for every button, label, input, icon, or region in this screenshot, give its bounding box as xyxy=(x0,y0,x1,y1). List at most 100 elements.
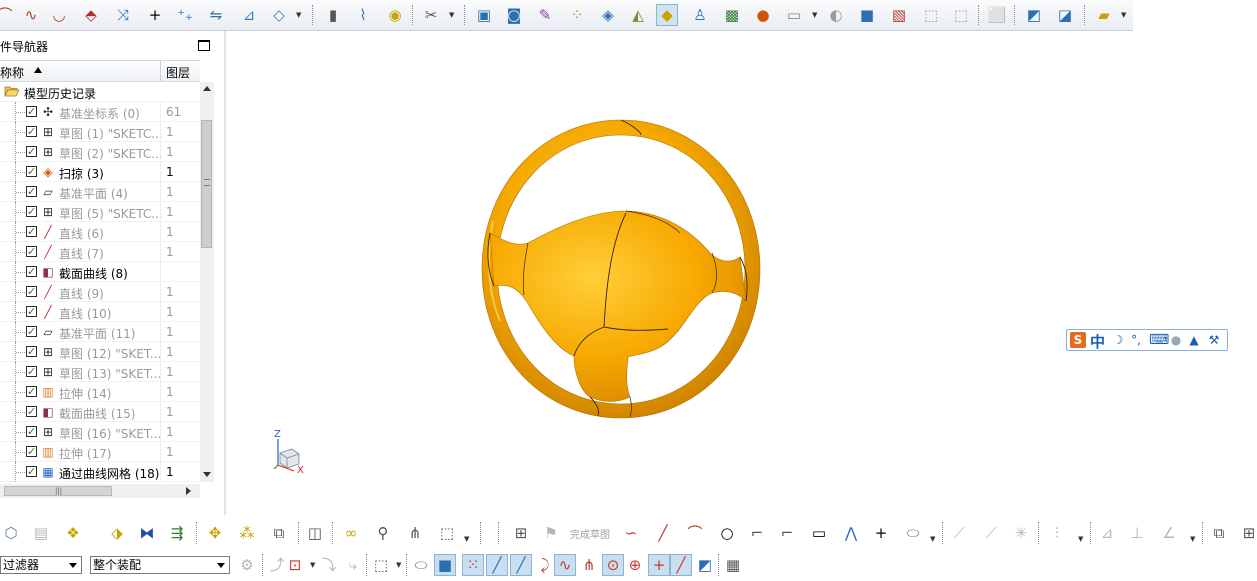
mirror-assembly-icon[interactable]: ⧓ xyxy=(136,522,158,544)
visibility-checkbox[interactable]: ✓ xyxy=(26,126,37,137)
tree-row[interactable]: ✓ ⊞ 草图 (12) "SKET... 1 xyxy=(0,342,200,362)
offset-curve-icon[interactable]: ⬘ xyxy=(80,4,102,26)
tree-row[interactable]: ✓ ╱ 直线 (7) 1 xyxy=(0,242,200,262)
clearance-icon[interactable]: ⬚ xyxy=(436,522,458,544)
materials-icon[interactable]: ⁘ xyxy=(566,4,588,26)
visibility-checkbox[interactable]: ✓ xyxy=(26,306,37,317)
user-icon[interactable]: ● xyxy=(1169,333,1183,347)
selection-priority-icon[interactable]: ⚙ xyxy=(236,554,258,576)
visibility-checkbox[interactable]: ✓ xyxy=(26,266,37,277)
chamfer-tool-icon[interactable]: ⌐ xyxy=(776,522,798,544)
toolbar-dropdown-arrow[interactable]: ▼ xyxy=(310,561,315,569)
tools-icon[interactable]: ✂ xyxy=(420,4,442,26)
keyboard-icon[interactable]: ⌨ xyxy=(1149,333,1169,347)
column-layer-header[interactable]: 图层 xyxy=(166,64,190,81)
tree-row[interactable]: ✓ ╱ 直线 (6) 1 xyxy=(0,222,200,242)
transparency-icon[interactable]: ◐ xyxy=(825,4,847,26)
visual-effects-icon[interactable]: ✎ xyxy=(534,4,556,26)
visibility-checkbox[interactable]: ✓ xyxy=(26,446,37,457)
wrench-icon[interactable]: ⚒ xyxy=(1207,333,1221,347)
visibility-checkbox[interactable]: ✓ xyxy=(26,406,37,417)
snap-existing-point-icon[interactable]: + xyxy=(648,554,670,576)
visibility-checkbox[interactable]: ✓ xyxy=(26,206,37,217)
fillet-curve-icon[interactable]: ◡ xyxy=(48,4,70,26)
bridge-curve-icon[interactable]: ⤨ xyxy=(112,4,134,26)
navigator-vertical-scrollbar[interactable] xyxy=(200,82,214,482)
visibility-checkbox[interactable]: ✓ xyxy=(26,426,37,437)
visibility-checkbox[interactable]: ✓ xyxy=(26,226,37,237)
exploded-view-icon[interactable]: ◫ xyxy=(304,522,326,544)
spring-icon[interactable]: ⌇ xyxy=(352,4,374,26)
visibility-checkbox[interactable]: ✓ xyxy=(26,386,37,397)
component-icon[interactable]: ▤ xyxy=(30,522,52,544)
project-curve-icon[interactable]: ⇋ xyxy=(205,4,227,26)
visibility-checkbox[interactable]: ✓ xyxy=(26,466,37,477)
studio-spline-icon[interactable]: ∿ xyxy=(20,4,42,26)
point-tool-icon[interactable]: + xyxy=(870,522,892,544)
visibility-checkbox[interactable]: ✓ xyxy=(26,346,37,357)
tree-row[interactable]: ✓ ⊞ 草图 (1) "SKETC... 1 xyxy=(0,122,200,142)
stop-at-intersection-icon[interactable]: ⤷ xyxy=(342,554,364,576)
profile-icon[interactable]: ∽ xyxy=(620,522,642,544)
navigator-splitter[interactable] xyxy=(224,31,226,515)
mirror-curve-icon[interactable]: ⫶ xyxy=(1046,522,1068,544)
camera-icon[interactable]: ◙ xyxy=(503,4,525,26)
visibility-checkbox[interactable]: ✓ xyxy=(26,106,37,117)
tree-row[interactable]: ✓ ⊞ 草图 (5) "SKETC... 1 xyxy=(0,202,200,222)
snap-circle-icon[interactable]: ⊕ xyxy=(624,554,646,576)
section-curve-icon[interactable]: ◇ xyxy=(268,4,290,26)
visibility-checkbox[interactable]: ✓ xyxy=(26,286,37,297)
link-geometry-icon[interactable]: ⚲ xyxy=(372,522,394,544)
tree-row[interactable]: ✓ ╱ 直线 (10) 1 xyxy=(0,302,200,322)
wave-link-icon[interactable]: ∞ xyxy=(340,522,362,544)
tree-row[interactable]: ✓ ▥ 拉伸 (14) 1 xyxy=(0,382,200,402)
point-set-icon[interactable]: ⁺₊ xyxy=(174,4,196,26)
tree-row[interactable]: ✓ ▱ 基准平面 (11) 1 xyxy=(0,322,200,342)
tree-row[interactable]: ✓ ◧ 截面曲线 (8) xyxy=(0,262,200,282)
scroll-thumb[interactable]: ||| xyxy=(4,486,112,496)
polygon-spline-icon[interactable]: ⋀ xyxy=(840,522,862,544)
reposition-icon[interactable]: ⧉ xyxy=(268,522,290,544)
view-section-icon[interactable]: ◪ xyxy=(1054,4,1076,26)
sort-ascending-icon[interactable] xyxy=(34,67,42,73)
tree-row[interactable]: ✓ ⊞ 草图 (13) "SKET... 1 xyxy=(0,362,200,382)
assembly-navigator-icon[interactable]: ⬡ xyxy=(0,522,22,544)
quick-trim-icon[interactable]: ⟋ xyxy=(948,522,970,544)
toolbar-dropdown-arrow[interactable]: ▼ xyxy=(296,11,301,19)
shaded-edge-icon[interactable]: ◆ xyxy=(656,4,678,26)
snap-tangent-icon[interactable]: ⋔ xyxy=(578,554,600,576)
quick-extend-icon[interactable]: ⟋ xyxy=(980,522,1002,544)
rectangle-tool-icon[interactable]: ▭ xyxy=(808,522,830,544)
curve-rule-icon[interactable]: ⤵ xyxy=(318,554,340,576)
moon-icon[interactable]: ☽ xyxy=(1111,333,1125,347)
true-shading-icon[interactable]: ◈ xyxy=(597,4,619,26)
tree-root-model-history[interactable]: 模型历史记录 xyxy=(0,82,200,102)
tree-row[interactable]: ✓ ✣ 基准坐标系 (0) 61 xyxy=(0,102,200,122)
person-icon[interactable]: ♙ xyxy=(689,4,711,26)
tree-row[interactable]: ✓ ╱ 直线 (9) 1 xyxy=(0,282,200,302)
finish-sketch-label[interactable]: 完成草图 xyxy=(570,526,610,541)
tree-row[interactable]: ✓ ▥ 拉伸 (17) 1 xyxy=(0,442,200,462)
sketch-icon[interactable]: ⊞ xyxy=(510,522,532,544)
make-corner-icon[interactable]: ✳ xyxy=(1010,522,1032,544)
move-component-icon[interactable]: ✥ xyxy=(204,522,226,544)
punctuation-icon[interactable]: °, xyxy=(1129,333,1143,347)
scroll-up-arrow-icon[interactable] xyxy=(203,86,211,91)
cylinder-icon[interactable]: ▮ xyxy=(322,4,344,26)
visibility-checkbox[interactable]: ✓ xyxy=(26,366,37,377)
scroll-down-arrow-icon[interactable] xyxy=(203,472,211,477)
cube-shaded-icon[interactable]: ■ xyxy=(856,4,878,26)
dimension-icon[interactable]: ⊿ xyxy=(1096,522,1118,544)
grid-icon[interactable]: ▦ xyxy=(722,554,744,576)
rectangle-select-icon[interactable]: ⬚ xyxy=(370,554,392,576)
toolbar-dropdown-arrow[interactable]: ▼ xyxy=(449,11,454,19)
graphics-window[interactable]: Z X S 中 ☽ °, ⌨ ● ▲ ⚒ xyxy=(228,31,1257,515)
scroll-right-arrow-icon[interactable] xyxy=(186,487,191,495)
scene-icon[interactable]: ▩ xyxy=(721,4,743,26)
line-tool-icon[interactable]: ╱ xyxy=(652,522,674,544)
studio-icon[interactable]: ● xyxy=(752,4,774,26)
auto-constraint-icon[interactable]: ∠ xyxy=(1158,522,1180,544)
selection-mode-icon[interactable]: ⊡ xyxy=(284,554,306,576)
view-triad[interactable]: Z X xyxy=(266,429,316,479)
component-array-icon[interactable]: ⇶ xyxy=(166,522,188,544)
